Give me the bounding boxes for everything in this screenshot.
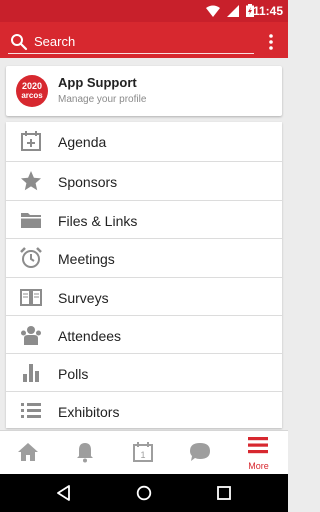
- status-bar: 11:45: [0, 0, 288, 22]
- app-bar: Search: [0, 22, 288, 58]
- menu-item-surveys[interactable]: Surveys: [6, 277, 282, 315]
- nav-notifications-button[interactable]: [57, 431, 114, 475]
- menu-label-sponsors: Sponsors: [58, 174, 118, 190]
- logo-name: arcos: [21, 91, 43, 100]
- status-icons: [206, 4, 254, 17]
- profile-card[interactable]: 2020 arcos App Support Manage your profi…: [6, 66, 282, 116]
- overflow-menu-icon[interactable]: [268, 34, 274, 50]
- wifi-icon: [206, 5, 220, 17]
- menu-item-polls[interactable]: Polls: [6, 353, 282, 391]
- nav-home-button[interactable]: [0, 431, 57, 475]
- nav-calendar-button[interactable]: 1: [115, 431, 172, 475]
- search-field[interactable]: Search: [8, 30, 254, 54]
- menu-label-exhibitors: Exhibitors: [58, 404, 120, 420]
- menu-label-attendees: Attendees: [58, 328, 122, 344]
- menu-label-polls: Polls: [58, 366, 89, 382]
- open-book-icon: [20, 289, 42, 306]
- calendar-plus-icon: [21, 131, 41, 151]
- profile-title: App Support: [58, 75, 137, 90]
- back-icon[interactable]: [56, 485, 72, 501]
- menu-item-agenda[interactable]: Agenda: [6, 122, 282, 161]
- bottom-nav: 1 More: [0, 430, 288, 474]
- menu-item-attendees[interactable]: Attendees: [6, 315, 282, 353]
- search-placeholder[interactable]: Search: [34, 34, 75, 49]
- profile-subtitle: Manage your profile: [58, 94, 147, 105]
- home-circle-icon[interactable]: [136, 485, 152, 501]
- calendar-icon: 1: [133, 442, 153, 462]
- calendar-date: 1: [140, 450, 145, 460]
- chat-bubble-icon: [190, 443, 210, 461]
- people-icon: [21, 326, 41, 345]
- menu-item-sponsors[interactable]: Sponsors: [6, 161, 282, 200]
- hamburger-menu-icon: [248, 437, 268, 454]
- list-icon: [21, 403, 41, 418]
- menu-label-surveys: Surveys: [58, 290, 109, 306]
- menu-label-meetings: Meetings: [58, 251, 115, 267]
- menu-label-agenda: Agenda: [58, 134, 107, 150]
- menu-item-exhibitors[interactable]: Exhibitors: [6, 391, 282, 428]
- nav-more-button[interactable]: More: [230, 431, 287, 475]
- folder-icon: [21, 213, 41, 228]
- recents-icon[interactable]: [216, 485, 232, 501]
- signal-icon: [227, 4, 239, 17]
- nav-messages-button[interactable]: [172, 431, 229, 475]
- clock-time: 11:45: [252, 4, 283, 18]
- event-logo: 2020 arcos: [16, 75, 48, 107]
- search-icon[interactable]: [10, 33, 28, 51]
- home-icon: [18, 443, 38, 461]
- system-nav-bar: [0, 474, 288, 512]
- bell-icon: [77, 443, 93, 463]
- bar-chart-icon: [23, 364, 39, 382]
- menu-list: Agenda Sponsors Files & Links Meetings S…: [6, 122, 282, 428]
- star-icon: [21, 171, 41, 191]
- alarm-clock-icon: [20, 247, 42, 268]
- nav-more-label: More: [248, 461, 269, 471]
- menu-item-files-links[interactable]: Files & Links: [6, 200, 282, 238]
- menu-item-meetings[interactable]: Meetings: [6, 238, 282, 277]
- menu-label-files-links: Files & Links: [58, 213, 138, 229]
- logo-year: 2020: [21, 81, 43, 91]
